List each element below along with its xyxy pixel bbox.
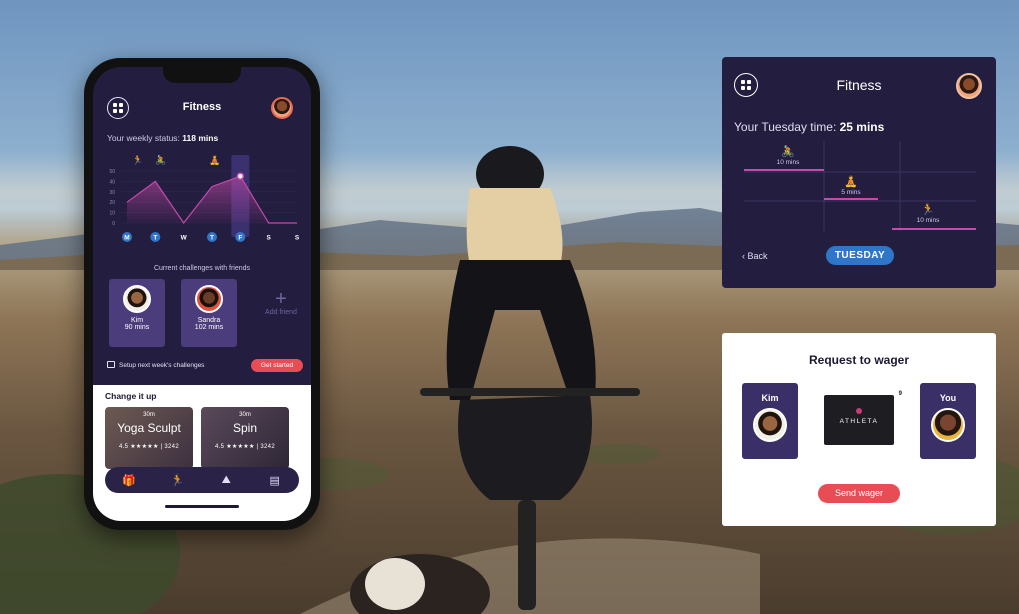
wager-card-kim[interactable]: Kim: [742, 383, 798, 459]
class-rating: 4.5 ★★★★★ | 3242: [119, 444, 179, 450]
profile-avatar[interactable]: [271, 97, 293, 119]
weekly-status: Your weekly status: 118 mins: [107, 133, 218, 143]
day-selector[interactable]: TUESDAY: [826, 246, 894, 265]
y-tick-label: 20: [109, 200, 115, 206]
phone-screen: Fitness Your weekly status: 118 mins 🏃 🚴…: [93, 67, 311, 521]
y-tick-label: 30: [109, 190, 115, 196]
class-rating: 4.5 ★★★★★ | 3242: [215, 444, 275, 450]
friend-card-sandra[interactable]: Sandra 102 mins: [181, 279, 237, 347]
phone-mockup: Fitness Your weekly status: 118 mins 🏃 🚴…: [84, 58, 320, 530]
tuesday-status-label: Your Tuesday time:: [734, 120, 840, 134]
wallet-icon[interactable]: ▤: [267, 472, 283, 488]
class-card-yoga[interactable]: 30m Yoga Sculpt 4.5 ★★★★★ | 3242: [105, 407, 193, 469]
wager-title: Request to wager: [808, 353, 910, 367]
add-friend-button[interactable]: + Add friend: [253, 279, 309, 347]
back-link[interactable]: ‹ Back: [742, 251, 768, 261]
setup-label-wrap: Setup next week's challenges: [107, 361, 204, 369]
day-label: S: [295, 235, 300, 242]
friend-card-kim[interactable]: Kim 90 mins: [109, 279, 165, 347]
friend-minutes: 90 mins: [124, 324, 150, 331]
wager-card-you[interactable]: You: [920, 383, 976, 459]
setup-row: Setup next week's challenges Get started: [107, 359, 303, 373]
day-label: T: [153, 235, 157, 242]
class-card-spin[interactable]: 30m Spin 4.5 ★★★★★ | 3242: [201, 407, 289, 469]
run-icon: 🏃: [921, 203, 935, 216]
tab-bar: 🎁 🏃 ⛰ ▤: [105, 467, 299, 493]
mountain-icon[interactable]: ⛰: [218, 472, 234, 488]
activity-duration: 10 mins: [777, 159, 801, 166]
tuesday-status-value: 25 mins: [839, 120, 885, 134]
friend-minutes: 102 mins: [194, 324, 224, 331]
bike-icon: 🚴: [781, 145, 795, 158]
gift-icon[interactable]: 🎁: [121, 472, 137, 488]
run-tab-icon[interactable]: 🏃: [170, 472, 186, 488]
calendar-icon: [107, 361, 115, 368]
avatar: [123, 285, 151, 313]
y-tick-label: 40: [109, 179, 115, 185]
plus-icon: +: [275, 288, 287, 310]
class-name: Spin: [232, 421, 258, 435]
activity-duration: 10 mins: [917, 217, 941, 224]
data-point: [236, 172, 245, 180]
y-tick-label: 10: [109, 211, 115, 217]
brand-reward[interactable]: ATHLETA 9: [818, 391, 904, 449]
wager-person-name: Kim: [761, 393, 779, 403]
friend-name: Sandra: [197, 317, 221, 324]
weekly-status-label: Your weekly status:: [107, 133, 183, 143]
weekly-activity-chart: 🏃 🚴 🧘 🏃 50403020100MTWTFSS: [109, 154, 300, 242]
home-indicator: [165, 505, 239, 508]
get-started-button[interactable]: Get started: [251, 359, 303, 372]
avatar: [931, 408, 965, 442]
cyclist-figure: [420, 146, 640, 610]
activity-duration: 5 mins: [841, 189, 861, 196]
class-name: Yoga Sculpt: [117, 421, 181, 435]
tuesday-timeline: 🚴 10 mins 🧘 5 mins 🏃 10 mins: [744, 141, 976, 231]
y-tick-label: 50: [109, 169, 115, 175]
friend-name: Kim: [130, 317, 144, 324]
brand-count: 9: [898, 391, 902, 397]
tuesday-status: Your Tuesday time: 25 mins: [734, 120, 884, 134]
profile-avatar[interactable]: [956, 73, 982, 99]
meditation-icon: 🧘: [209, 154, 220, 165]
avatar: [195, 285, 223, 313]
run-icon: 🏃: [132, 154, 143, 165]
athleta-card: ATHLETA: [824, 395, 894, 445]
wager-person-name: You: [939, 393, 957, 403]
y-tick-label: 0: [112, 221, 115, 227]
panel-title: Fitness: [836, 77, 882, 93]
tuesday-panel: Fitness Your Tuesday time: 25 mins 🚴 10 …: [722, 57, 996, 288]
meditation-icon: 🧘: [844, 175, 858, 188]
phone-notch: [163, 67, 241, 83]
challenges-title: Current challenges with friends: [153, 265, 251, 272]
day-label: W: [181, 235, 188, 242]
day-label: T: [210, 235, 214, 242]
change-title: Change it up: [105, 391, 157, 401]
add-friend-label: Add friend: [265, 309, 297, 316]
change-it-up-panel: Change it up 30m Yoga Sculpt 4.5 ★★★★★ |…: [93, 385, 311, 521]
send-wager-button[interactable]: Send wager: [818, 484, 900, 503]
avatar: [753, 408, 787, 442]
day-label: M: [124, 235, 129, 242]
class-duration: 30m: [143, 412, 155, 418]
setup-label: Setup next week's challenges: [119, 362, 205, 369]
weekly-status-value: 118 mins: [182, 133, 219, 143]
brand-logo-icon: [856, 408, 862, 414]
phone-header: Fitness: [93, 97, 311, 121]
wager-panel: Request to wager Kim ATHLETA 9 You Send …: [722, 333, 996, 526]
bike-icon: 🚴: [155, 154, 166, 165]
brand-name: ATHLETA: [839, 418, 879, 425]
day-label: S: [266, 235, 271, 242]
day-label: F: [238, 235, 242, 242]
class-duration: 30m: [239, 412, 251, 418]
